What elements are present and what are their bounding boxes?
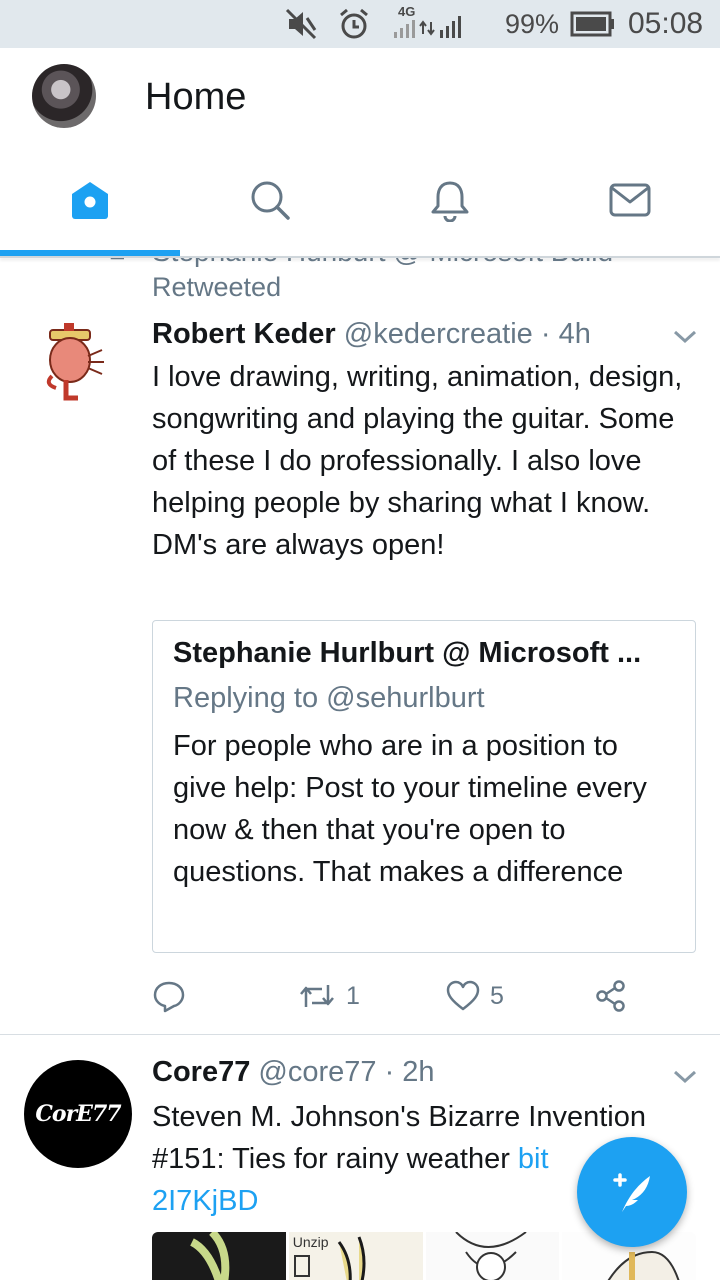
author-handle[interactable]: @core77 xyxy=(258,1056,376,1088)
chevron-down-icon[interactable] xyxy=(672,328,698,346)
media-image[interactable] xyxy=(152,1232,286,1280)
image-caption: Unzip xyxy=(292,1234,329,1250)
signal-icon: 4G xyxy=(390,0,466,48)
retweet-button[interactable]: 1 xyxy=(298,976,360,1016)
retweet-icon xyxy=(300,985,334,1007)
tweet-time: · 4h xyxy=(540,318,591,350)
retweeted-label: Retweeted xyxy=(152,272,282,302)
core77-logo: CorE77 xyxy=(35,1101,121,1127)
battery-percent: 99% xyxy=(505,8,560,39)
tweet-text: I love drawing, writing, animation, desi… xyxy=(152,361,683,561)
tab-home[interactable] xyxy=(0,148,180,252)
share-button[interactable] xyxy=(594,976,628,1016)
quoted-author-name: Stephanie Hurlburt @ Microsoft ... xyxy=(173,637,642,669)
compose-feather-icon xyxy=(613,1173,650,1212)
tab-bar xyxy=(0,148,720,258)
author-handle[interactable]: @kedercreatie xyxy=(344,318,533,350)
tweet-text-body: Steven M. Johnson's Bizarre Invention #1… xyxy=(152,1101,646,1175)
network-type-label: 4G xyxy=(398,4,415,19)
heart-icon xyxy=(446,980,480,1011)
tweet-actions: 1 5 xyxy=(152,976,712,1016)
bird-character-icon xyxy=(46,323,104,401)
mute-icon xyxy=(283,0,319,48)
tweet-author-line[interactable]: Robert Keder @kedercreatie · 4h xyxy=(152,318,591,351)
share-icon xyxy=(596,980,625,1012)
tab-messages[interactable] xyxy=(540,148,720,252)
tab-search[interactable] xyxy=(180,148,360,252)
home-icon xyxy=(72,182,108,219)
quoted-tweet[interactable]: Stephanie Hurlburt @ Microsoft ... Reply… xyxy=(152,620,696,953)
tweet-author-line[interactable]: Core77 @core77 · 2h xyxy=(152,1056,435,1089)
like-button[interactable]: 5 xyxy=(446,976,504,1016)
replying-to[interactable]: Replying to @sehurlburt xyxy=(173,682,485,715)
retweeter-name[interactable]: Stephanie Hurlburt @ Microsoft Build xyxy=(152,258,613,268)
reply-button[interactable] xyxy=(152,976,186,1016)
status-bar: 4G 99% 05:08 xyxy=(0,0,720,48)
clock: 05:08 xyxy=(628,7,704,40)
tweet-divider xyxy=(0,1034,720,1035)
compose-tweet-button[interactable] xyxy=(577,1137,687,1247)
media-image[interactable] xyxy=(425,1232,560,1280)
tweet-author-avatar[interactable] xyxy=(32,316,122,406)
timeline[interactable]: Stephanie Hurlburt @ Microsoft Build Ret… xyxy=(0,258,720,1280)
mail-icon xyxy=(609,183,651,217)
media-image[interactable]: Unzip xyxy=(288,1232,423,1280)
chevron-down-icon[interactable] xyxy=(672,1068,698,1086)
quoted-text: For people who are in a position to give… xyxy=(173,730,647,888)
retweet-icon xyxy=(110,258,124,260)
reply-icon xyxy=(153,981,185,1013)
tweet-time: · 2h xyxy=(384,1056,435,1088)
search-icon xyxy=(251,181,290,220)
author-name[interactable]: Robert Keder xyxy=(152,318,336,350)
like-count: 5 xyxy=(490,981,504,1010)
battery-icon xyxy=(570,0,616,48)
tweet-author-avatar[interactable]: CorE77 xyxy=(24,1060,132,1168)
tab-notifications[interactable] xyxy=(360,148,540,252)
app-header: Home xyxy=(0,48,720,148)
tweet-link[interactable]: bit xyxy=(518,1143,549,1175)
retweet-count: 1 xyxy=(346,981,360,1010)
author-name[interactable]: Core77 xyxy=(152,1056,250,1088)
profile-avatar[interactable] xyxy=(32,64,96,128)
page-title: Home xyxy=(145,76,247,118)
bell-icon xyxy=(431,181,469,222)
alarm-icon xyxy=(337,0,371,48)
tweet-link-continued[interactable]: 2I7KjBD xyxy=(152,1185,258,1217)
